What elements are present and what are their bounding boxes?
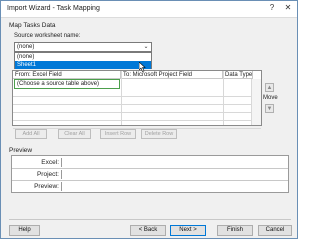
footer-separator xyxy=(9,219,291,220)
dropdown-option-none[interactable]: (none) xyxy=(15,53,151,61)
import-wizard-window: Import Wizard - Task Mapping ? ✕ Map Tas… xyxy=(0,0,298,239)
clear-all-button[interactable]: Clear All xyxy=(58,129,91,139)
next-button[interactable]: Next > xyxy=(170,225,206,236)
move-up-button[interactable]: ▲ xyxy=(265,83,274,92)
preview-heading: Preview xyxy=(9,147,33,154)
chevron-down-icon[interactable]: ⌄ xyxy=(141,43,151,51)
back-button[interactable]: < Back xyxy=(130,225,166,236)
move-label: Move xyxy=(263,95,278,101)
preview-panel: Excel: Project: Preview: xyxy=(11,155,289,193)
section-heading: Map Tasks Data xyxy=(9,22,56,29)
column-header-from[interactable]: From: Excel Field xyxy=(13,71,121,79)
combo-value: (none) xyxy=(17,44,35,50)
preview-divider xyxy=(12,168,288,169)
source-worksheet-combo[interactable]: (none) ⌄ xyxy=(14,42,152,52)
column-divider xyxy=(223,71,224,125)
preview-preview-label: Preview: xyxy=(16,182,62,191)
help-title-button[interactable]: ? xyxy=(265,2,279,14)
worksheet-dropdown-list: (none) Sheet1 xyxy=(14,52,152,69)
finish-button[interactable]: Finish xyxy=(217,225,253,236)
dropdown-option-sheet1[interactable]: Sheet1 xyxy=(15,61,151,69)
window-title: Import Wizard - Task Mapping xyxy=(7,5,100,12)
source-worksheet-label: Source worksheet name: xyxy=(14,33,81,39)
mapping-table: From: Excel Field To: Microsoft Project … xyxy=(12,70,262,129)
column-divider xyxy=(121,71,122,125)
mouse-pointer-icon xyxy=(139,62,146,72)
preview-project-label: Project: xyxy=(16,170,62,179)
title-bar: Import Wizard - Task Mapping ? ✕ xyxy=(1,1,297,18)
delete-row-button[interactable]: Delete Row xyxy=(141,129,177,139)
move-down-button[interactable]: ▼ xyxy=(265,104,274,113)
column-header-data-type[interactable]: Data Type xyxy=(223,71,253,79)
table-scrollbar[interactable] xyxy=(251,79,261,125)
insert-row-button[interactable]: Insert Row xyxy=(100,129,136,139)
help-button[interactable]: Help xyxy=(9,225,40,236)
cancel-button[interactable]: Cancel xyxy=(258,225,292,236)
preview-excel-label: Excel: xyxy=(16,158,62,167)
column-header-to[interactable]: To: Microsoft Project Field xyxy=(121,71,223,79)
close-icon[interactable]: ✕ xyxy=(281,2,295,14)
table-cell-from-1[interactable]: (Choose a source table above) xyxy=(14,79,120,89)
add-all-button[interactable]: Add All xyxy=(15,129,47,139)
preview-divider xyxy=(12,180,288,181)
